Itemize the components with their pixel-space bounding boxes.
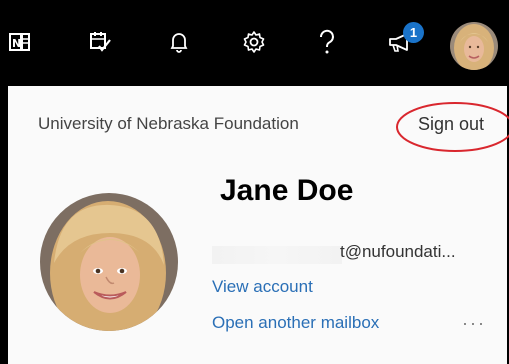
window-frame-left	[0, 86, 8, 364]
email-redaction	[212, 246, 342, 264]
view-account-link[interactable]: View account	[212, 277, 313, 297]
tasks-icon[interactable]	[80, 22, 120, 62]
organization-name: University of Nebraska Foundation	[38, 114, 299, 133]
help-icon[interactable]	[307, 22, 347, 62]
sign-out-link[interactable]: Sign out	[418, 114, 484, 135]
avatar-photo	[450, 22, 498, 70]
user-display-name: Jane Doe	[220, 174, 354, 207]
bell-icon[interactable]	[159, 22, 199, 62]
profile-photo	[40, 193, 178, 331]
notification-badge: 1	[403, 22, 424, 43]
email-address: t@nufoundati...	[340, 242, 456, 261]
account-avatar-button[interactable]	[450, 22, 498, 70]
gear-icon[interactable]	[234, 22, 274, 62]
open-another-mailbox-link[interactable]: Open another mailbox	[212, 313, 379, 333]
onenote-icon[interactable]: N	[0, 22, 40, 62]
more-options-button[interactable]: ···	[462, 313, 486, 334]
svg-text:N: N	[12, 37, 21, 50]
top-toolbar: N 1	[0, 0, 509, 86]
